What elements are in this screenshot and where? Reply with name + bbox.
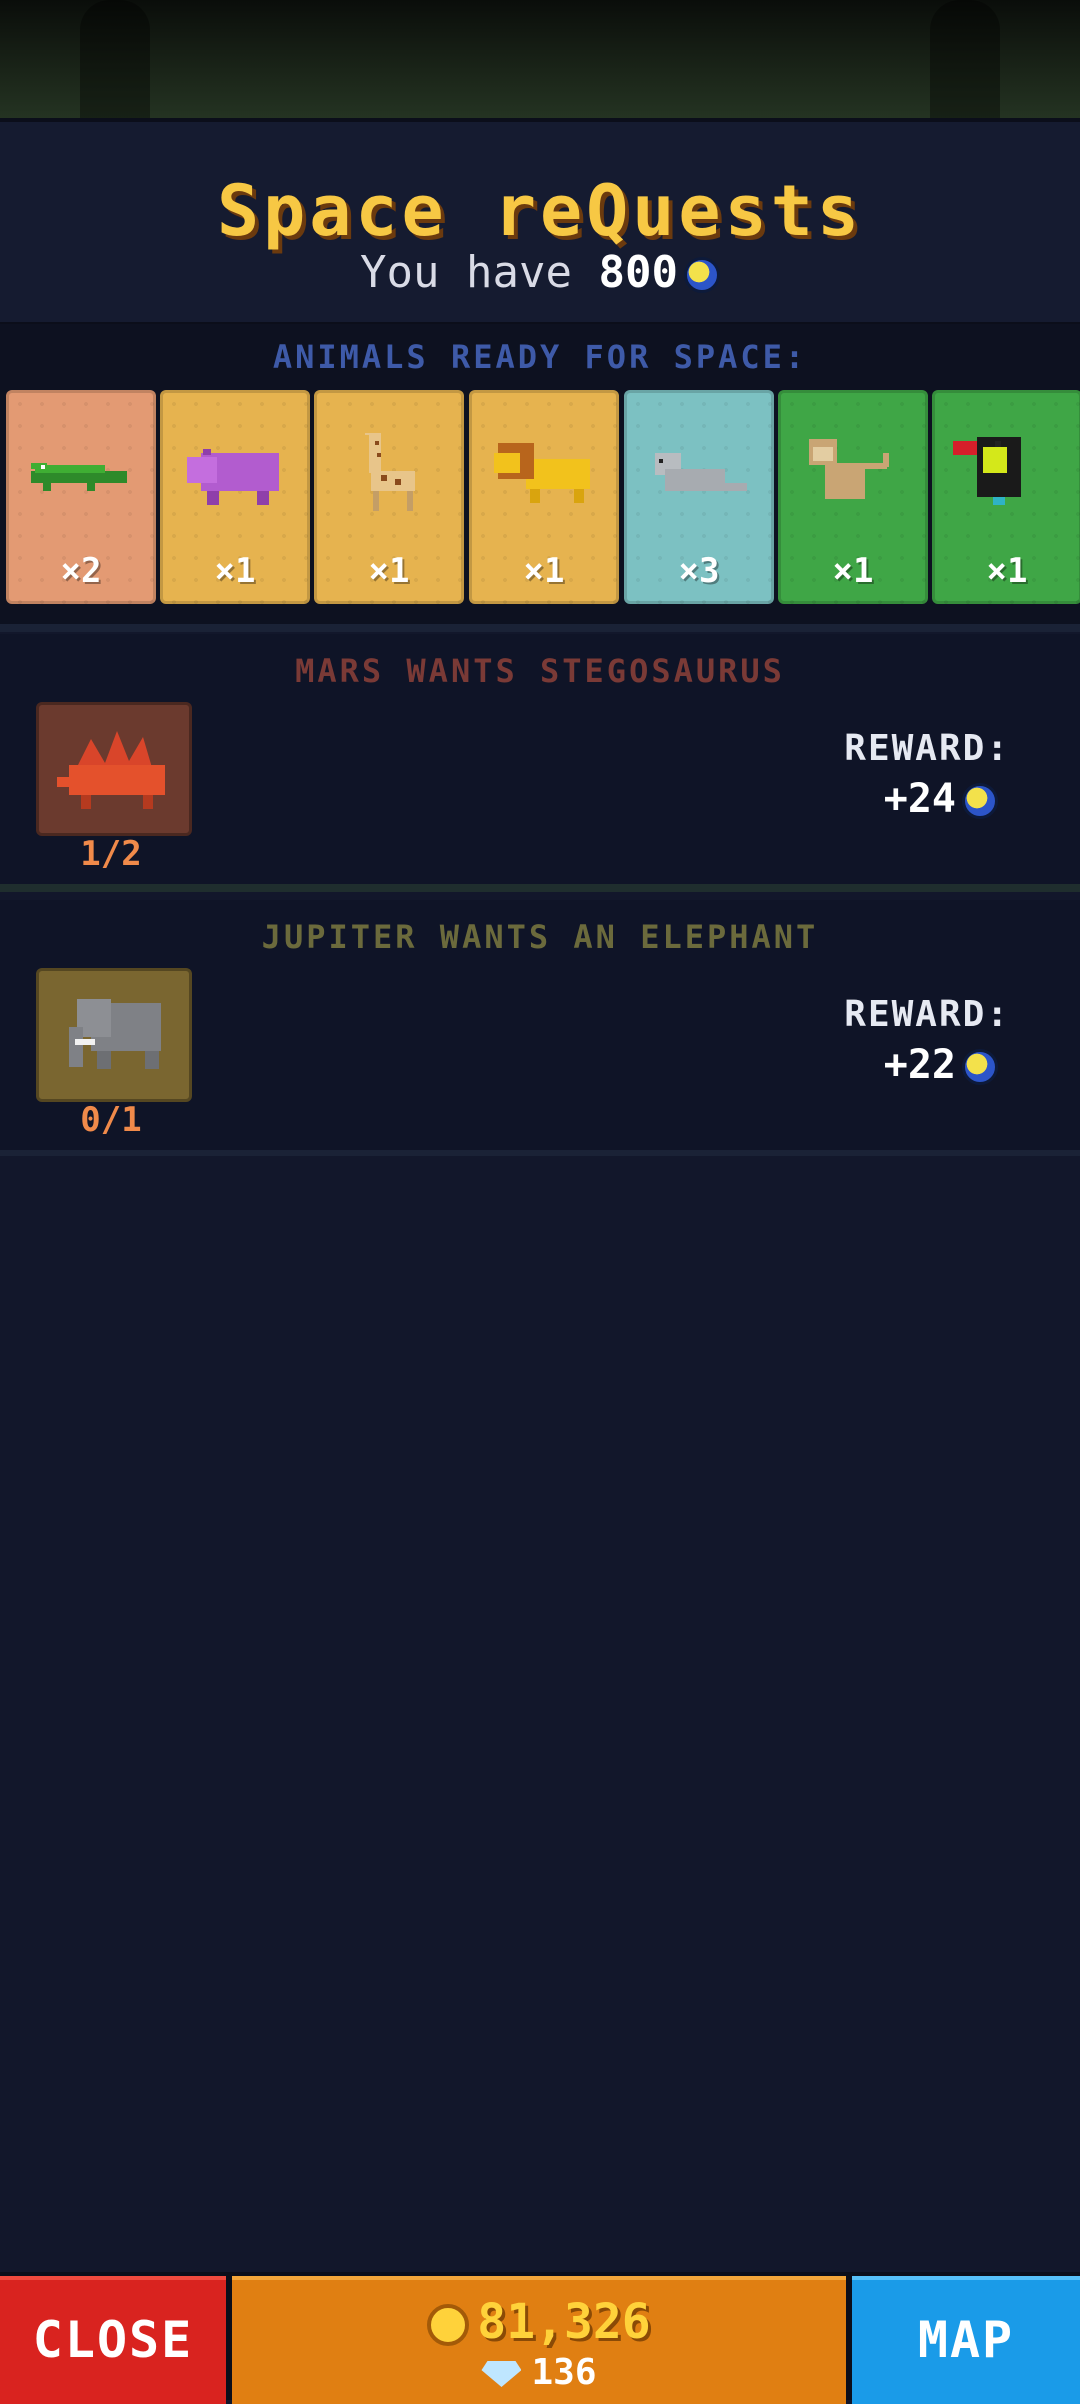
panel-header: Space reQuests You have 800 <box>0 118 1080 328</box>
reward-label: REWARD: <box>844 994 1010 1035</box>
balance-line: You have 800 <box>0 247 1080 298</box>
bottom-bar: CLOSE 81,326 136 MAP <box>0 2272 1080 2404</box>
quest-progress: 0/1 <box>80 1100 142 1140</box>
space-coin-icon <box>962 783 998 819</box>
page-title: Space reQuests <box>216 170 863 252</box>
space-coin-icon <box>962 1049 998 1085</box>
quest-animal-slot[interactable] <box>36 968 192 1102</box>
crocodile-icon <box>31 463 127 491</box>
quest-animal-slot[interactable] <box>36 702 192 836</box>
section-divider <box>0 1150 1080 1156</box>
gold-amount: 81,326 <box>477 2294 651 2350</box>
close-button[interactable]: CLOSE <box>0 2276 226 2404</box>
animal-card-giraffe[interactable]: ×1 <box>314 390 464 604</box>
animal-card-crocodile[interactable]: ×2 <box>6 390 156 604</box>
animal-count: ×1 <box>368 551 410 591</box>
elephant-icon <box>69 999 161 1069</box>
reward-amount: +24 <box>883 776 956 822</box>
quest-title: MARS WANTS STEGOSAURUS <box>295 652 785 690</box>
gem-line: 136 <box>232 2352 846 2393</box>
tree-silhouette <box>80 0 150 118</box>
quest-progress: 1/2 <box>80 834 142 874</box>
animal-count: ×2 <box>60 551 102 591</box>
gem-amount: 136 <box>531 2352 597 2393</box>
hippo-icon <box>187 449 279 505</box>
animal-card-monkey[interactable]: ×1 <box>778 390 928 604</box>
reward-label: REWARD: <box>844 728 1010 769</box>
section-divider <box>0 884 1080 892</box>
seal-icon <box>655 453 747 491</box>
animal-count: ×1 <box>214 551 256 591</box>
animal-count: ×3 <box>678 551 720 591</box>
animal-count: ×1 <box>986 551 1028 591</box>
section-divider <box>0 624 1080 632</box>
game-background-strip <box>0 0 1080 118</box>
quest-row-jupiter: JUPITER WANTS AN ELEPHANT 0/1 REWARD: +2… <box>0 900 1080 1150</box>
gold-coin-icon <box>427 2304 470 2346</box>
giraffe-icon <box>365 433 415 511</box>
reward-value: +24 <box>884 776 998 822</box>
animal-count: ×1 <box>523 551 565 591</box>
gem-icon <box>481 2361 522 2387</box>
map-button[interactable]: MAP <box>852 2276 1080 2404</box>
animals-ready-section: ANIMALS READY FOR SPACE: ×2 ×1 ×1 ×1 ×3 … <box>0 324 1080 624</box>
tree-silhouette <box>930 0 1000 118</box>
animal-card-toucan[interactable]: ×1 <box>932 390 1080 604</box>
reward-amount: +22 <box>883 1042 956 1088</box>
toucan-icon <box>953 437 1021 505</box>
gold-line: 81,326 <box>232 2294 846 2350</box>
currency-display: 81,326 136 <box>232 2276 846 2404</box>
animal-card-lion[interactable]: ×1 <box>469 390 619 604</box>
animal-count: ×1 <box>832 551 874 591</box>
stegosaurus-icon <box>57 731 165 809</box>
animals-ready-label: ANIMALS READY FOR SPACE: <box>272 338 808 376</box>
reward-value: +22 <box>884 1042 998 1088</box>
animal-card-seal[interactable]: ×3 <box>624 390 774 604</box>
balance-prefix: You have <box>360 247 572 298</box>
quest-title: JUPITER WANTS AN ELEPHANT <box>261 918 819 956</box>
space-coin-balance: 800 <box>598 247 678 298</box>
monkey-icon <box>809 439 889 499</box>
space-coin-icon <box>683 257 720 293</box>
lion-icon <box>494 443 590 503</box>
quest-row-mars: MARS WANTS STEGOSAURUS 1/2 REWARD: +24 <box>0 634 1080 884</box>
animal-card-hippo[interactable]: ×1 <box>160 390 310 604</box>
